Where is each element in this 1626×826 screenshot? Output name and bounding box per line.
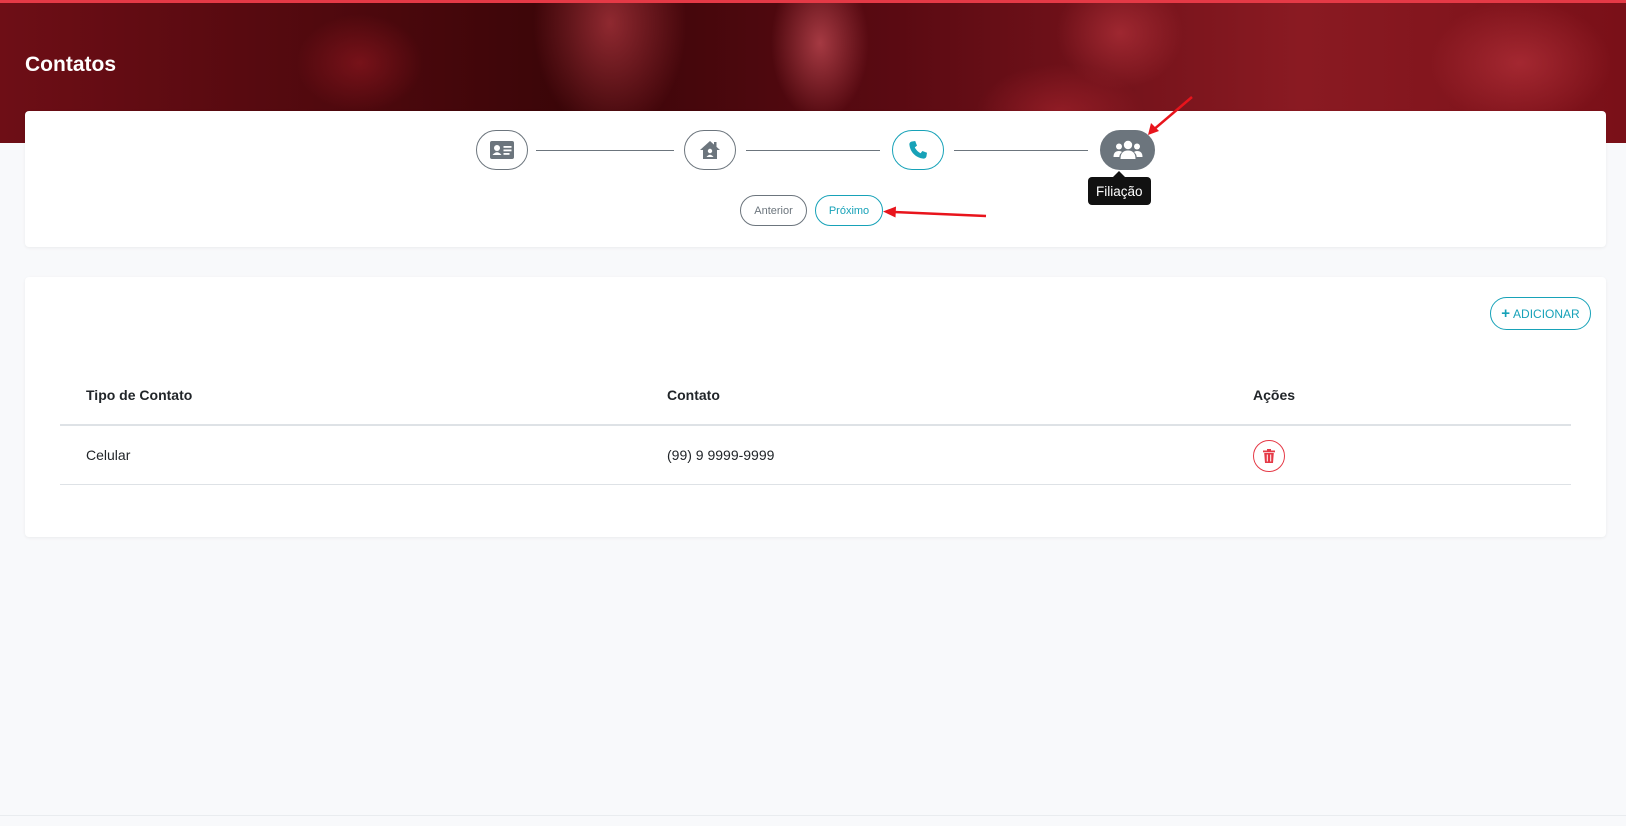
cell-tipo: Celular: [86, 447, 131, 463]
column-header-acoes: Ações: [1253, 387, 1296, 403]
step-connector: [746, 150, 880, 151]
next-button[interactable]: Próximo: [815, 195, 883, 226]
phone-icon: [909, 141, 927, 159]
page-title: Contatos: [25, 53, 116, 76]
column-header-tipo: Tipo de Contato: [86, 387, 193, 403]
add-contact-button[interactable]: + ADICIONAR: [1490, 297, 1591, 330]
id-card-icon: [490, 141, 514, 159]
column-header-contato: Contato: [667, 387, 720, 403]
step-tooltip: Filiação: [1088, 171, 1151, 205]
add-contact-label: ADICIONAR: [1513, 306, 1580, 321]
step-contacts[interactable]: [892, 130, 944, 170]
step-address[interactable]: [684, 130, 736, 170]
step-identification[interactable]: [476, 130, 528, 170]
step-connector: [954, 150, 1088, 151]
step-filiation[interactable]: [1100, 130, 1155, 170]
home-icon: [700, 141, 720, 159]
page-bottom-divider: [0, 815, 1626, 816]
stepper-card: Filiação Anterior Próximo: [25, 111, 1606, 247]
delete-contact-button[interactable]: [1253, 440, 1285, 472]
plus-icon: +: [1501, 305, 1511, 322]
contacts-card: + ADICIONAR Tipo de Contato Contato Açõe…: [25, 277, 1606, 537]
trash-icon: [1263, 449, 1275, 463]
table-header-divider: [60, 424, 1571, 426]
table-row-divider: [60, 484, 1571, 485]
previous-button[interactable]: Anterior: [740, 195, 807, 226]
cell-contato: (99) 9 9999-9999: [667, 447, 775, 463]
step-connector: [536, 150, 674, 151]
users-icon: [1113, 140, 1142, 159]
